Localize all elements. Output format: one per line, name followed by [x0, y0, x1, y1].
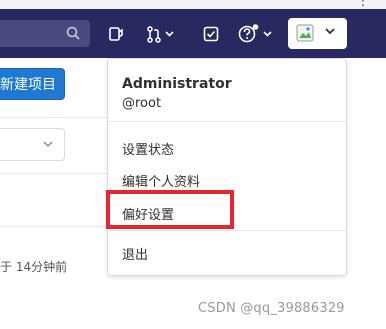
chevron-down-icon [43, 141, 53, 147]
chevron-down-icon [325, 28, 335, 35]
browser-menu-icon[interactable]: ⋮ [356, 0, 370, 8]
browser-top-strip: ⋮ [0, 0, 386, 9]
merge-request-button[interactable] [146, 23, 174, 45]
merge-request-icon [147, 25, 161, 43]
user-menu-button[interactable] [288, 18, 347, 49]
set-status-item[interactable]: 设置状态 [122, 139, 174, 158]
menu-divider [108, 121, 346, 122]
edit-profile-item[interactable]: 编辑个人资料 [122, 171, 200, 190]
highlight-annotation-box [106, 190, 234, 229]
divider [0, 173, 107, 174]
chevron-down-icon [165, 31, 174, 37]
user-dropdown-menu: Administrator @root 设置状态 编辑个人资料 偏好设置 退出 [107, 58, 347, 276]
help-icon [238, 24, 259, 43]
todo-list-icon [109, 27, 123, 41]
issues-button[interactable] [203, 23, 219, 45]
watermark-text: CSDN @qq_39886329 [198, 301, 345, 316]
user-username[interactable]: @root [122, 96, 161, 111]
issues-icon [203, 26, 219, 42]
menu-divider [108, 230, 346, 231]
new-project-button[interactable]: 新建项目 [0, 68, 65, 100]
sort-dropdown[interactable] [0, 128, 65, 161]
help-button[interactable] [238, 23, 272, 45]
sign-out-item[interactable]: 退出 [122, 244, 148, 263]
chevron-down-icon [263, 31, 272, 37]
divider [0, 226, 107, 227]
new-project-label: 新建项目 [0, 77, 56, 93]
search-icon [66, 26, 80, 40]
avatar [296, 24, 314, 42]
project-updated-time: 于 14分钟前 [0, 260, 68, 274]
divider [0, 117, 107, 118]
search-box[interactable] [0, 20, 90, 47]
user-display-name[interactable]: Administrator [122, 76, 232, 92]
top-navbar [0, 9, 386, 58]
todo-list-button[interactable] [108, 23, 124, 45]
